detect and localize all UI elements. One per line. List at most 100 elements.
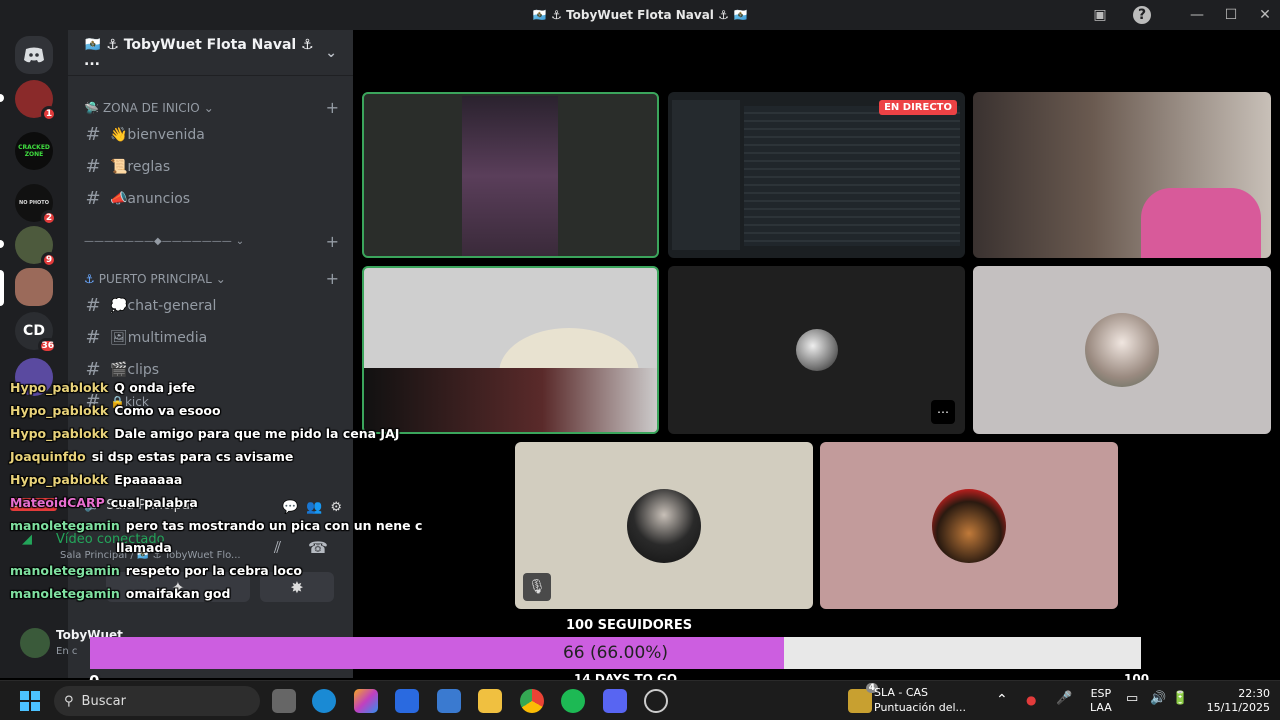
channel-reglas[interactable]: # 📜reglas — [84, 156, 170, 177]
file-explorer-icon[interactable] — [478, 689, 502, 713]
discord-taskbar-icon[interactable] — [603, 689, 627, 713]
add-channel-icon[interactable]: + — [326, 269, 339, 288]
anchor-icon: ⚓ — [84, 271, 95, 286]
spotify-icon[interactable] — [561, 689, 585, 713]
noise-suppress-icon[interactable]: ⫽ — [274, 538, 281, 558]
video-tile-1[interactable] — [362, 92, 659, 258]
chevron-down-icon: ⌄ — [325, 44, 337, 61]
add-channel-icon[interactable]: + — [326, 232, 339, 251]
server-name: 🇸🇲 ⚓ TobyWuet Flota Naval ⚓ ... — [84, 36, 314, 69]
category-zona-de-inicio[interactable]: 🛸 ZONA DE INICIO ⌄ + — [84, 98, 339, 117]
user-status: En c — [56, 646, 78, 657]
server-icon-4[interactable]: 9 — [15, 226, 57, 268]
video-tile-8[interactable] — [820, 442, 1118, 609]
server-icon-cracked-zone[interactable]: CRACKED ZONE — [15, 132, 53, 170]
windows-start-icon[interactable] — [18, 689, 42, 713]
chat-text: Q onda jefe — [114, 380, 196, 395]
microphone-icon[interactable]: 🎤 — [1056, 692, 1072, 706]
gear-icon[interactable]: ⚙ — [330, 500, 342, 515]
skull-avatar — [795, 329, 838, 371]
chat-text: omaifakan god — [125, 586, 231, 601]
chat-message: manoletegamin pero tas mostrando un pica … — [10, 518, 422, 533]
disconnect-icon[interactable]: ☎ — [308, 538, 328, 557]
chat-message: llamada — [110, 540, 172, 555]
video-grid: EN DIRECTO ⋯ 🎙 — [353, 30, 1280, 678]
discord-home-icon[interactable] — [15, 36, 53, 74]
video-tile-5[interactable]: ⋯ — [668, 266, 965, 434]
server-icon-no-photo[interactable]: NO PHOTO 2 — [15, 184, 57, 226]
channel-chat-general[interactable]: # 💭chat-general — [84, 295, 216, 316]
volume-icon[interactable]: 🔊 — [1150, 692, 1166, 706]
user-avatar — [1085, 313, 1159, 387]
channel-anuncios[interactable]: # 📣anuncios — [84, 188, 190, 209]
taskbar: ⚲ Buscar 4 SLA - CAS Puntuación del... ⌃ … — [0, 680, 1280, 720]
minimize-button[interactable]: — — [1187, 5, 1207, 25]
battery-icon[interactable]: 🔋 — [1172, 692, 1188, 706]
server-icon-1[interactable]: 1 — [15, 80, 57, 122]
weather-sub: Puntuación del... — [874, 701, 967, 714]
close-button[interactable]: ✕ — [1255, 5, 1275, 25]
chat-message: manoletegamin omaifakan god — [10, 586, 230, 601]
language-indicator[interactable]: ESP LAA — [1090, 687, 1112, 715]
chat-text: pero tas mostrando un pica con un nene c — [125, 518, 423, 533]
maximize-button[interactable]: ☐ — [1221, 5, 1241, 25]
person-shirt — [1141, 188, 1261, 258]
video-tile-3[interactable] — [973, 92, 1271, 258]
video-tile-7[interactable]: 🎙 — [515, 442, 813, 609]
edge-icon[interactable] — [312, 689, 336, 713]
category-divider[interactable]: ———————◆——————— ⌄ + — [84, 232, 339, 251]
category-puerto-principal[interactable]: ⚓ PUERTO PRINCIPAL ⌄ + — [84, 269, 339, 288]
goal-progress-label: 66 (66.00%) — [562, 643, 669, 663]
more-options-icon[interactable]: ⋯ — [931, 400, 955, 424]
help-icon[interactable]: ? — [1133, 6, 1151, 24]
copilot-icon[interactable] — [354, 689, 378, 713]
hash-icon: # — [85, 156, 101, 177]
chevron-up-icon[interactable]: ⌃ — [996, 693, 1008, 707]
hash-icon: # — [85, 359, 101, 380]
chat-text: llamada — [116, 540, 172, 555]
webcam-feed — [462, 96, 558, 256]
weather-title: SLA - CAS — [874, 686, 929, 699]
video-tile-4[interactable] — [362, 266, 659, 434]
task-view-icon[interactable] — [272, 689, 296, 713]
hash-icon: # — [85, 295, 101, 316]
inbox-icon[interactable]: ▣ — [1090, 5, 1110, 25]
live-badge: EN DIRECTO — [879, 100, 957, 115]
outlook-icon[interactable] — [395, 689, 419, 713]
chat-message: Hypo_pablokk Como va esooo — [10, 403, 221, 418]
app-icon[interactable] — [644, 689, 668, 713]
channel-bienvenida[interactable]: # 👋bienvenida — [84, 124, 204, 145]
chat-username: Hypo_pablokk — [10, 380, 109, 395]
network-icon[interactable]: ▭ — [1126, 692, 1138, 706]
search-icon: ⚲ — [64, 693, 74, 709]
screen-share-tile[interactable]: EN DIRECTO — [668, 92, 965, 258]
channel-multimedia[interactable]: # 🖼multimedia — [84, 327, 207, 348]
add-channel-icon[interactable]: + — [326, 98, 339, 117]
server-icon-current[interactable] — [15, 268, 53, 306]
chevron-down-icon: ⌄ — [215, 271, 226, 286]
chat-message: MateoidCARP cual palabra — [10, 495, 198, 510]
tray-app-icon[interactable]: ● — [1026, 693, 1036, 707]
chat-message: Hypo_pablokk Epaaaaaa — [10, 472, 182, 487]
server-icon-cd[interactable]: CD 36 — [15, 312, 57, 354]
people-icon[interactable]: 👥 — [306, 500, 322, 515]
store-icon[interactable] — [437, 689, 461, 713]
chat-bubble-icon[interactable]: 💬 — [282, 500, 298, 515]
server-header[interactable]: 🇸🇲 ⚓ TobyWuet Flota Naval ⚓ ... ⌄ — [68, 30, 353, 76]
screen-share-panel — [672, 100, 740, 250]
avatar[interactable] — [20, 628, 50, 658]
chat-username: manoletegamin — [10, 563, 120, 578]
hash-icon: # — [85, 188, 101, 209]
hash-icon: # — [85, 327, 101, 348]
widget-icon[interactable]: 4 — [848, 683, 878, 713]
chat-text: Epaaaaaa — [114, 472, 183, 487]
signal-icon[interactable]: ◢ — [22, 532, 32, 547]
chat-text: respeto por la cebra loco — [125, 563, 302, 578]
screen-share-content — [744, 106, 960, 246]
video-tile-6[interactable] — [973, 266, 1271, 434]
channel-clips[interactable]: # 🎬clips — [84, 359, 159, 380]
taskbar-search[interactable]: ⚲ Buscar — [54, 686, 260, 716]
chrome-icon[interactable] — [520, 689, 544, 713]
chat-username: MateoidCARP — [10, 495, 105, 510]
clock[interactable]: 22:30 15/11/2025 — [1200, 687, 1270, 715]
